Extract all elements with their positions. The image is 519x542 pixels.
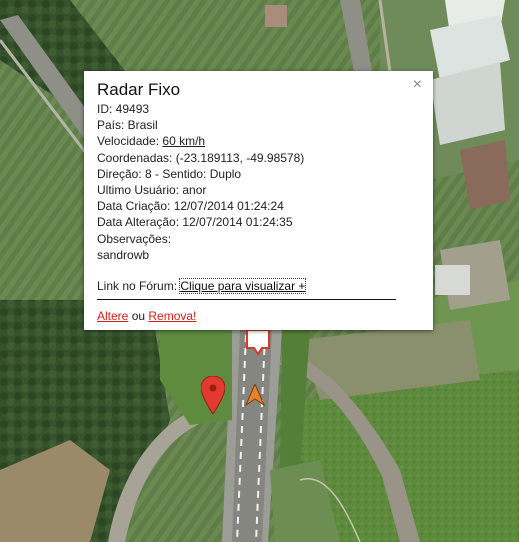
- observations-label: Observações:: [97, 231, 172, 246]
- popup-title: Radar Fixo: [97, 80, 181, 99]
- speed-label: Velocidade:: [97, 134, 163, 149]
- creation-date: Data Criação: 12/07/2014 01:24:24: [97, 199, 284, 214]
- forum-label: Link no Fórum:: [97, 279, 181, 294]
- country: País: Brasil: [97, 118, 158, 133]
- forum-link[interactable]: Clique para visualizar +: [179, 278, 307, 295]
- speed-camera-marker-icon[interactable]: [244, 329, 272, 361]
- forum-row: Link no Fórum: Clique para visualizar +: [97, 278, 421, 295]
- close-icon[interactable]: ×: [413, 77, 422, 93]
- speed-row: Velocidade: 60 km/h: [97, 133, 421, 149]
- map-pin-icon[interactable]: [200, 375, 226, 421]
- observations-value: sandrowb: [97, 247, 150, 262]
- edit-link[interactable]: Altere: [97, 309, 128, 323]
- divider: [97, 299, 396, 301]
- last-user: Ultimo Usuário: anor: [97, 183, 207, 198]
- remove-link[interactable]: Remova!: [148, 309, 196, 323]
- coordinates: Coordenadas: (-23.189113, -49.98578): [97, 150, 305, 165]
- actions-row: Altere ou Remova!: [97, 308, 421, 324]
- direction: Direção: 8 - Sentido: Duplo: [97, 166, 242, 181]
- or-text: ou: [128, 309, 149, 324]
- info-window: × Radar Fixo ID: 49493 País: Brasil Velo…: [84, 71, 433, 330]
- radar-id: ID: 49493: [97, 102, 150, 116]
- speed-value: 60 km/h: [162, 134, 206, 149]
- modification-date: Data Alteração: 12/07/2014 01:24:35: [97, 215, 293, 230]
- navigation-arrow-icon[interactable]: [244, 382, 266, 411]
